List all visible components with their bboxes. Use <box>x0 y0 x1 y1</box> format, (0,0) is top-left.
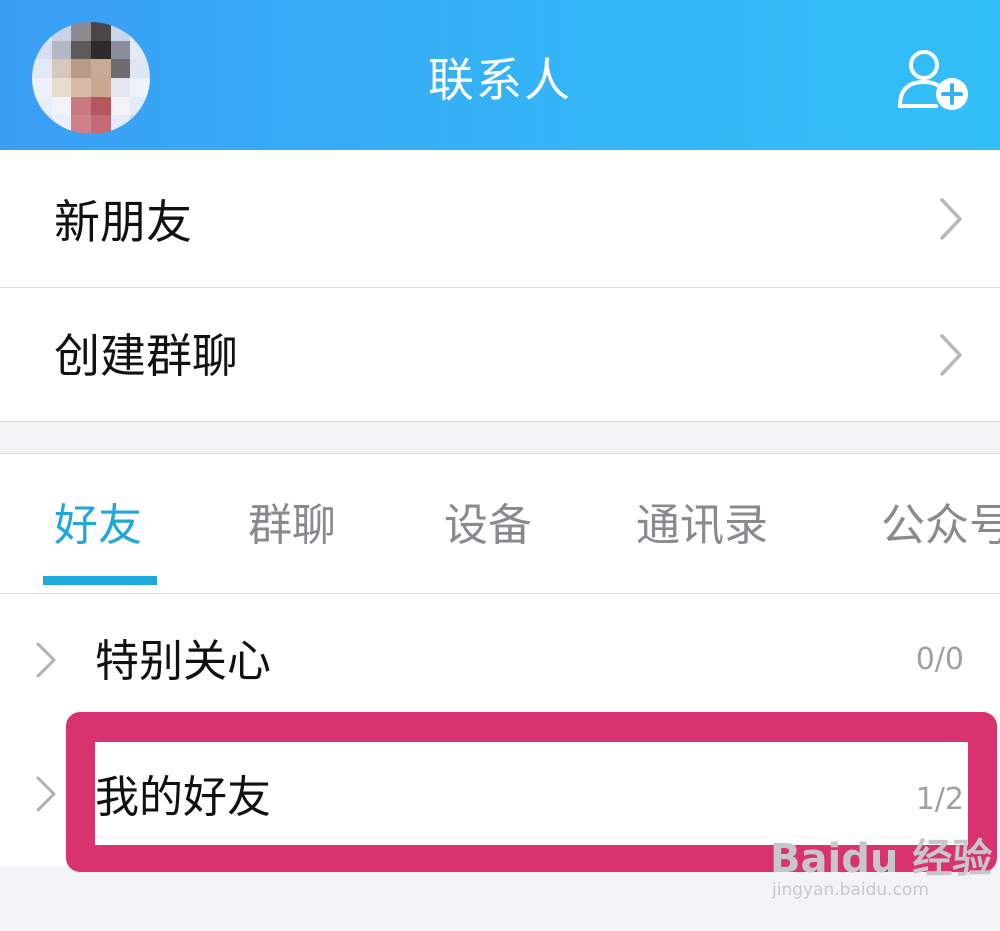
active-tab-indicator <box>43 576 157 585</box>
tab-devices[interactable]: 设备 <box>444 496 532 556</box>
group-count: 1/2 <box>915 782 964 817</box>
group-name: 特别关心 <box>95 636 271 687</box>
new-friends-label: 新朋友 <box>54 195 192 249</box>
contact-tabs: 好友 群聊 设备 通讯录 公众号 <box>0 454 1000 593</box>
watermark: Baidu 经验 jingyan.baidu.com <box>770 826 995 906</box>
tab-official-accounts[interactable]: 公众号 <box>881 496 1000 556</box>
chevron-right-icon <box>940 198 962 240</box>
watermark-logo: Baidu 经验 <box>770 836 993 882</box>
tab-address-book[interactable]: 通讯录 <box>636 496 768 556</box>
group-special-care[interactable]: 特别关心 0/0 <box>0 594 1000 730</box>
tab-group-chats[interactable]: 群聊 <box>248 496 336 556</box>
add-contact-icon[interactable] <box>896 48 970 112</box>
top-bar: 联系人 <box>0 0 1000 150</box>
divider <box>0 421 1000 422</box>
create-group-chat-row[interactable]: 创建群聊 <box>0 288 1000 421</box>
chevron-right-icon <box>940 334 962 376</box>
chevron-right-icon <box>36 642 56 678</box>
group-name: 我的好友 <box>95 772 271 823</box>
page-title: 联系人 <box>428 53 572 107</box>
watermark-url: jingyan.baidu.com <box>772 880 929 900</box>
tab-friends[interactable]: 好友 <box>54 496 142 556</box>
create-group-chat-label: 创建群聊 <box>54 329 238 383</box>
group-count: 0/0 <box>915 642 964 677</box>
chevron-right-icon <box>36 776 56 812</box>
new-friends-row[interactable]: 新朋友 <box>0 150 1000 287</box>
